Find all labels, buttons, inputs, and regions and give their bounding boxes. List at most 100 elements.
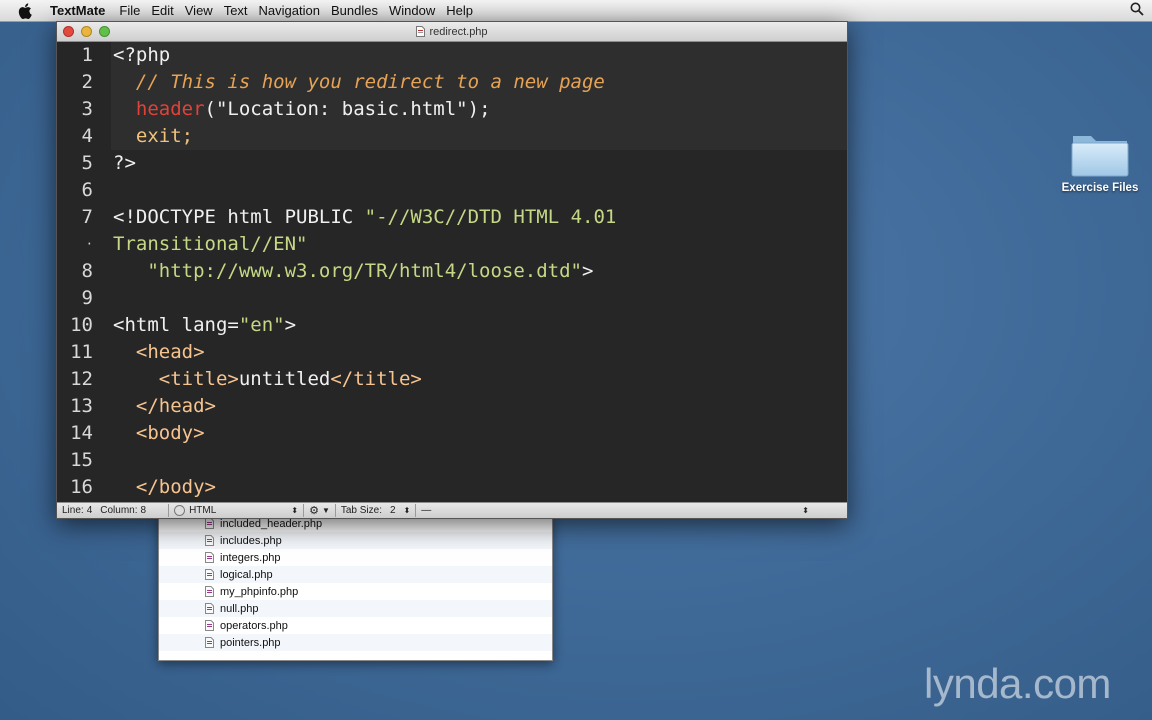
menu-bar: TextMate File Edit View Text Navigation … — [0, 0, 1152, 22]
code-line[interactable]: "http://www.w3.org/TR/html4/loose.dtd"> — [111, 258, 847, 285]
line-number: 12 — [70, 368, 93, 390]
code-line[interactable]: ?> — [111, 150, 847, 177]
menu-file[interactable]: File — [119, 3, 151, 18]
code-line[interactable]: exit; — [111, 123, 847, 150]
code-token: header — [113, 98, 205, 120]
status-divider — [168, 504, 170, 517]
file-name: pointers.php — [220, 636, 281, 649]
document-icon — [416, 26, 426, 37]
code-line[interactable]: <html lang="en"> — [111, 312, 847, 339]
code-editor[interactable]: 1 2 3 4 5 6 7 · 8 9 10 11 12 13 14 15 16 <?php // This i… — [57, 42, 847, 509]
line-number: 16 — [70, 476, 93, 498]
symbol-dash-icon[interactable]: — — [421, 505, 431, 516]
zoom-window-button[interactable] — [99, 26, 110, 37]
column-value: 8 — [140, 505, 147, 516]
folder-label: Exercise Files — [1061, 182, 1139, 194]
bundle-gear-menu[interactable]: ⚙ ▼ — [309, 504, 330, 517]
code-token: "-//W3C//DTD HTML 4.01 — [364, 206, 617, 228]
menu-text[interactable]: Text — [224, 3, 259, 18]
chevron-down-icon: ▼ — [321, 506, 330, 515]
editor-window: redirect.php 1 2 3 4 5 6 7 · 8 9 10 11 12 13 14 15 16 <?… — [56, 21, 848, 519]
menu-window[interactable]: Window — [389, 3, 446, 18]
file-name: null.php — [220, 602, 259, 615]
line-number: 10 — [70, 314, 93, 336]
tab-size-label: Tab Size: — [340, 505, 382, 516]
minimize-window-button[interactable] — [81, 26, 92, 37]
php-file-icon — [205, 586, 214, 597]
menu-edit[interactable]: Edit — [151, 3, 184, 18]
code-token: "en" — [238, 314, 285, 336]
spotlight-search-icon[interactable] — [1130, 2, 1144, 19]
code-line[interactable]: <head> — [111, 339, 847, 366]
line-number: 4 — [81, 125, 93, 147]
code-line[interactable]: // This is how you redirect to a new pag… — [111, 69, 847, 96]
code-text[interactable]: <?php // This is how you redirect to a n… — [111, 42, 847, 509]
code-token: <head> — [113, 341, 205, 363]
exercise-files-folder[interactable]: Exercise Files — [1056, 130, 1144, 194]
file-name: includes.php — [220, 534, 282, 547]
code-line[interactable] — [111, 447, 847, 474]
code-token: > — [582, 260, 594, 282]
file-list-item[interactable]: operators.php — [159, 617, 552, 634]
status-bar: Line: 4 Column: 8 HTML ⬍ ⚙ ▼ Tab Size: 2… — [57, 502, 847, 518]
menu-navigation[interactable]: Navigation — [259, 3, 331, 18]
line-label: Line: — [62, 505, 84, 516]
code-token: ?> — [113, 152, 136, 174]
project-drawer: included_header.php includes.php integers.… — [158, 515, 553, 661]
code-token: > — [284, 314, 297, 336]
line-number: 14 — [70, 422, 93, 444]
code-line[interactable]: <!DOCTYPE html PUBLIC "-//W3C//DTD HTML … — [111, 204, 847, 231]
symbol-popup-arrows-icon[interactable]: ⬍ — [802, 506, 809, 515]
line-number: · — [85, 237, 93, 251]
app-name-menu[interactable]: TextMate — [50, 3, 119, 18]
file-list-item[interactable]: includes.php — [159, 532, 552, 549]
line-number: 2 — [81, 71, 93, 93]
menu-view[interactable]: View — [185, 3, 224, 18]
file-name: logical.php — [220, 568, 273, 581]
code-line[interactable]: Transitional//EN" — [111, 231, 847, 258]
code-line[interactable]: <title>untitled</title> — [111, 366, 847, 393]
file-list-item[interactable]: null.php — [159, 600, 552, 617]
code-token: ( — [204, 98, 216, 120]
column-label: Column: — [100, 505, 138, 516]
code-token: </title> — [330, 368, 422, 390]
line-number: 11 — [70, 341, 93, 363]
status-divider — [303, 504, 305, 517]
code-line[interactable] — [111, 177, 847, 204]
menu-bundles[interactable]: Bundles — [331, 3, 389, 18]
php-file-icon — [205, 637, 214, 648]
tab-size-selector[interactable]: 2 ⬍ — [390, 505, 410, 516]
code-line[interactable]: <body> — [111, 420, 847, 447]
code-token: <?php — [113, 44, 171, 66]
line-number: 7 — [81, 206, 93, 228]
language-selector[interactable]: HTML ⬍ — [174, 505, 298, 516]
updown-arrows-icon: ⬍ — [403, 506, 411, 515]
window-titlebar[interactable]: redirect.php — [57, 22, 847, 42]
apple-menu-icon[interactable] — [0, 2, 50, 19]
language-label: HTML — [189, 505, 217, 516]
code-token: </body> — [113, 476, 216, 498]
code-line[interactable]: <?php — [111, 42, 847, 69]
code-line[interactable] — [111, 285, 847, 312]
code-line[interactable]: header("Location: basic.html"); — [111, 96, 847, 123]
file-list-item[interactable]: integers.php — [159, 549, 552, 566]
file-list-item[interactable]: pointers.php — [159, 634, 552, 651]
updown-arrows-icon: ⬍ — [291, 506, 299, 515]
line-number-gutter: 1 2 3 4 5 6 7 · 8 9 10 11 12 13 14 15 16 — [57, 42, 111, 509]
code-line[interactable]: </head> — [111, 393, 847, 420]
line-number: 6 — [81, 179, 93, 201]
line-number: 3 — [81, 98, 93, 120]
line-number: 1 — [81, 44, 93, 66]
code-line[interactable]: </body> — [111, 474, 847, 501]
code-token: exit; — [113, 125, 194, 147]
file-name: operators.php — [220, 619, 288, 632]
status-divider — [334, 504, 336, 517]
code-token: untitled — [238, 368, 331, 390]
file-list-item[interactable]: logical.php — [159, 566, 552, 583]
code-token: <html lang= — [113, 314, 239, 336]
file-list-item[interactable]: my_phpinfo.php — [159, 583, 552, 600]
line-number: 5 — [81, 152, 93, 174]
close-window-button[interactable] — [63, 26, 74, 37]
file-name: my_phpinfo.php — [220, 585, 299, 598]
menu-help[interactable]: Help — [446, 3, 484, 18]
